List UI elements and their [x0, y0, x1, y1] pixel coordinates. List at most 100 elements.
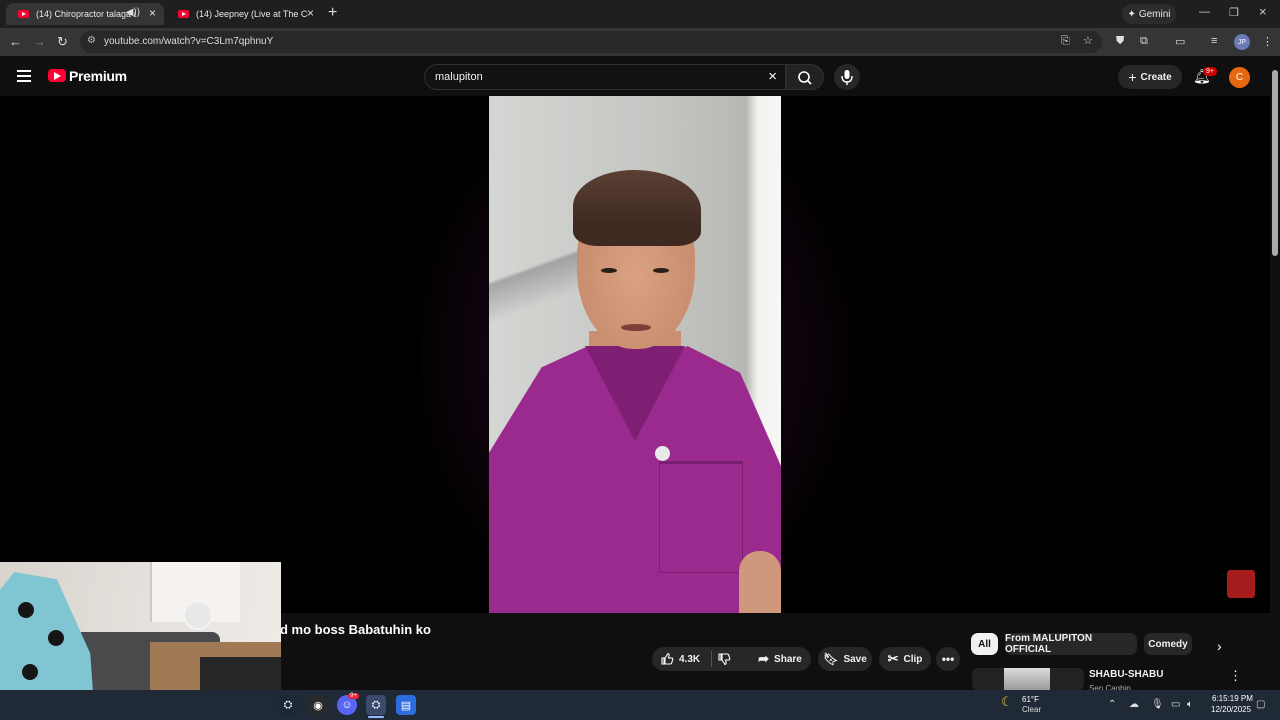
bookmark-icon: 🔖︎ — [823, 652, 839, 666]
tab-search-icon[interactable]: ▭ — [1175, 35, 1185, 48]
discord-badge: 9+ — [348, 693, 359, 699]
reload-icon[interactable]: ↻ — [57, 34, 68, 50]
video-frame[interactable] — [489, 96, 781, 613]
video-player[interactable] — [0, 96, 1270, 613]
notification-badge: 9+ — [1203, 67, 1217, 76]
install-app-icon[interactable]: ⎘ — [1061, 35, 1070, 48]
like-divider — [711, 651, 712, 667]
address-bar[interactable]: ⚙ youtube.com/watch?v=C3Lm7qphnuY ⎘ ☆ — [80, 31, 1102, 53]
chevron-right-icon[interactable]: › — [1217, 638, 1222, 654]
sparkle-icon: ✦ — [1127, 8, 1136, 20]
like-count: 4.3K — [679, 653, 701, 665]
chip-all[interactable]: All — [971, 633, 998, 655]
volume-icon[interactable]: 🔈︎ — [1187, 699, 1193, 710]
scrollbar-thumb[interactable] — [1272, 70, 1278, 256]
restore-icon[interactable]: ❐ — [1229, 6, 1239, 19]
reading-list-icon[interactable]: ≡ — [1211, 35, 1217, 47]
active-app-indicator — [368, 716, 384, 718]
account-avatar[interactable]: C — [1229, 67, 1250, 88]
voice-search-button[interactable] — [834, 64, 860, 90]
hamburger-menu-icon[interactable] — [17, 70, 31, 85]
clip-label: Clip — [903, 653, 923, 665]
more-horizontal-icon: ••• — [941, 652, 955, 666]
browser-menu-icon[interactable]: ⋮ — [1262, 35, 1273, 48]
steam-app-icon[interactable]: ⛭ — [278, 695, 298, 715]
save-button[interactable]: 🔖︎ Save — [818, 647, 872, 671]
person-eye-left — [601, 268, 617, 273]
chrome-app-icon[interactable]: ◉ — [308, 695, 328, 715]
share-button[interactable]: ➦ Share — [749, 647, 811, 671]
tab-jeepney[interactable]: (14) Jeepney (Live at The Cozy C × — [166, 3, 322, 25]
create-button[interactable]: + Create — [1118, 65, 1182, 89]
person-mouth — [621, 324, 651, 331]
search-icon — [798, 71, 812, 85]
youtube-favicon-icon — [178, 10, 189, 18]
network-icon[interactable]: ▭ — [1171, 699, 1180, 710]
close-tab-icon[interactable]: × — [307, 6, 314, 20]
extensions-puzzle-icon[interactable]: ⧉ — [1140, 35, 1148, 48]
weather-temperature[interactable]: 61°F — [1022, 695, 1039, 704]
close-tab-icon[interactable]: × — [149, 6, 156, 20]
recommendation-title[interactable]: SHABU-SHABU — [1089, 669, 1163, 680]
forward-icon[interactable]: → — [33, 34, 46, 49]
more-vertical-icon[interactable]: ⋮ — [1229, 668, 1242, 684]
shield-extension-icon[interactable]: ⛊ — [1116, 35, 1124, 48]
profile-avatar[interactable]: JP — [1234, 34, 1250, 50]
minimize-icon[interactable]: — — [1199, 6, 1210, 18]
windows-taskbar — [0, 690, 1280, 720]
webcam-fan — [183, 600, 213, 630]
bookmark-star-icon[interactable]: ☆ — [1083, 34, 1093, 47]
dislike-button[interactable] — [717, 652, 731, 669]
thumbs-down-icon — [718, 653, 731, 666]
tab-title: (14) Jeepney (Live at The Cozy C — [196, 9, 308, 19]
clip-button[interactable]: ✂ Clip — [879, 647, 931, 671]
search-button[interactable] — [786, 64, 824, 90]
share-arrow-icon: ➦ — [758, 651, 770, 666]
clear-search-icon[interactable]: × — [768, 68, 777, 85]
steam-active-app-icon[interactable]: ⛭ — [366, 695, 386, 715]
clock-date[interactable]: 12/20/2025 — [1211, 705, 1251, 714]
scissors-icon: ✂ — [887, 651, 899, 666]
onedrive-icon[interactable]: ☁ — [1129, 699, 1139, 710]
thumbs-up-icon — [661, 652, 674, 665]
towel-flower — [22, 664, 38, 680]
more-actions-button[interactable]: ••• — [936, 647, 960, 671]
lapel-microphone — [655, 446, 670, 461]
weather-condition[interactable]: Clear — [1022, 705, 1041, 714]
youtube-logo-icon[interactable] — [48, 69, 66, 82]
youtube-favicon-icon — [18, 10, 29, 18]
gemini-label: Gemini — [1138, 8, 1171, 20]
search-query[interactable]: malupiton — [435, 71, 483, 83]
recommendation-thumbnail[interactable] — [972, 668, 1084, 690]
towel-flower — [18, 602, 34, 618]
url-text[interactable]: youtube.com/watch?v=C3Lm7qphnuY — [104, 36, 273, 47]
site-info-icon[interactable]: ⚙ — [87, 35, 96, 46]
notepad-app-icon[interactable]: ▤ — [396, 695, 416, 715]
chevron-up-icon[interactable]: ⌃ — [1108, 699, 1116, 710]
create-label: Create — [1140, 71, 1172, 83]
youtube-masthead: Premium malupiton × + Create 🔔︎ 9+ C — [0, 56, 1270, 96]
tab-title: (14) Chiropractor talaga ako — [36, 9, 136, 19]
new-tab-button[interactable]: + — [328, 4, 337, 22]
chip-comedy[interactable]: Comedy — [1144, 633, 1192, 655]
speaker-icon[interactable]: ◀)) — [126, 7, 140, 18]
microphone-tray-icon[interactable]: 🎙︎ — [1151, 699, 1164, 710]
tab-chiropractor[interactable]: (14) Chiropractor talaga ako ◀)) × — [6, 3, 164, 25]
save-label: Save — [843, 653, 867, 665]
gemini-button[interactable]: ✦ Gemini — [1122, 4, 1176, 24]
premium-wordmark[interactable]: Premium — [69, 68, 127, 84]
towel-flower — [48, 630, 64, 646]
video-title: d mo boss Babatuhin ko — [280, 622, 431, 637]
moon-weather-icon[interactable]: ☾ — [1001, 694, 1013, 710]
channel-watermark-icon[interactable] — [1227, 570, 1255, 598]
notification-center-icon[interactable]: ▢ — [1256, 699, 1265, 710]
share-label: Share — [774, 653, 802, 665]
like-button[interactable]: 4.3K — [660, 652, 700, 666]
person-eye-right — [653, 268, 669, 273]
back-icon[interactable]: ← — [9, 34, 22, 49]
search-input[interactable]: malupiton × — [424, 64, 786, 90]
close-window-icon[interactable]: × — [1259, 4, 1267, 19]
clock-time[interactable]: 6:15:19 PM — [1212, 694, 1253, 703]
chip-from-channel[interactable]: From MALUPITON OFFICIAL — [1005, 633, 1137, 655]
plus-icon: + — [1128, 69, 1137, 85]
